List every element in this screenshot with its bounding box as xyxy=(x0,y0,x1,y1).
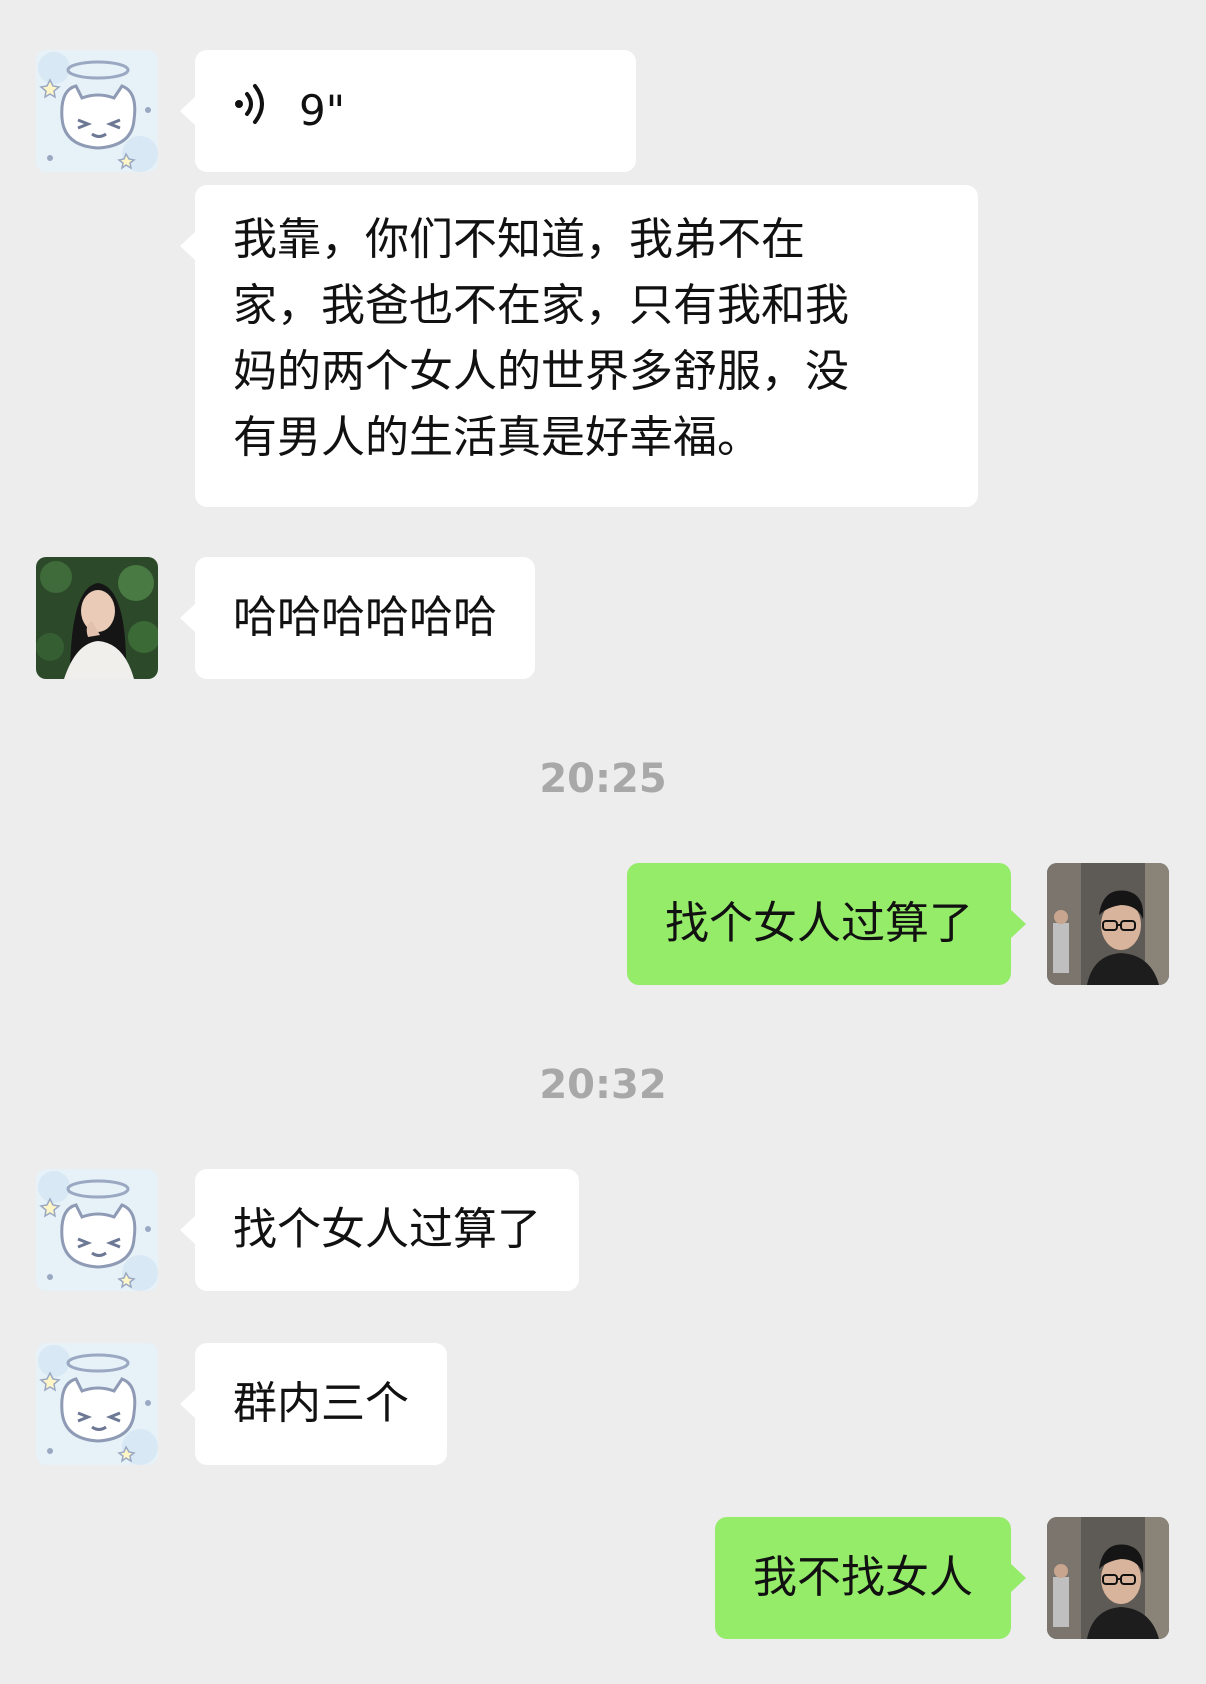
chat-timestamp: 20:25 xyxy=(539,756,667,802)
chat-timestamp: 20:32 xyxy=(539,1062,667,1108)
text-message-bubble[interactable]: 我靠，你们不知道，我弟不在 家，我爸也不在家，只有我和我 妈的两个女人的世界多舒… xyxy=(180,185,978,507)
message-text: 我不找女人 xyxy=(753,1552,973,1603)
outgoing-message-bubble[interactable]: 找个女人过算了 xyxy=(627,863,1026,985)
sender-avatar[interactable] xyxy=(36,1169,158,1291)
message-line: 妈的两个女人的世界多舒服，没 xyxy=(233,346,849,397)
cat-angel-avatar-image xyxy=(36,1343,158,1465)
text-message-bubble[interactable]: 找个女人过算了 xyxy=(180,1169,579,1291)
man-glasses-avatar-image xyxy=(1047,1517,1169,1639)
cat-angel-avatar-image xyxy=(36,1169,158,1291)
text-message-bubble[interactable]: 哈哈哈哈哈哈 xyxy=(180,557,535,679)
message-line: 有男人的生活真是好幸福。 xyxy=(233,412,761,463)
cat-angel-avatar-image xyxy=(36,50,158,172)
message-line: 我靠，你们不知道，我弟不在 xyxy=(233,214,805,265)
text-message-bubble[interactable]: 群内三个 xyxy=(180,1343,447,1465)
voice-message-bubble[interactable]: 9" xyxy=(180,50,636,172)
my-avatar[interactable] xyxy=(1047,863,1169,985)
sender-avatar[interactable] xyxy=(36,557,158,679)
message-text: 群内三个 xyxy=(233,1378,409,1429)
sender-avatar[interactable] xyxy=(36,1343,158,1465)
message-text: 找个女人过算了 xyxy=(665,898,973,949)
message-text: 哈哈哈哈哈哈 xyxy=(233,592,497,643)
woman-photo-avatar-image xyxy=(36,557,158,679)
sender-avatar[interactable] xyxy=(36,50,158,172)
message-line: 家，我爸也不在家，只有我和我 xyxy=(233,280,849,331)
voice-wave-icon xyxy=(233,78,273,144)
outgoing-message-bubble[interactable]: 我不找女人 xyxy=(715,1517,1026,1639)
voice-duration: 9" xyxy=(299,86,346,135)
man-glasses-avatar-image xyxy=(1047,863,1169,985)
message-text: 找个女人过算了 xyxy=(233,1204,541,1255)
my-avatar[interactable] xyxy=(1047,1517,1169,1639)
